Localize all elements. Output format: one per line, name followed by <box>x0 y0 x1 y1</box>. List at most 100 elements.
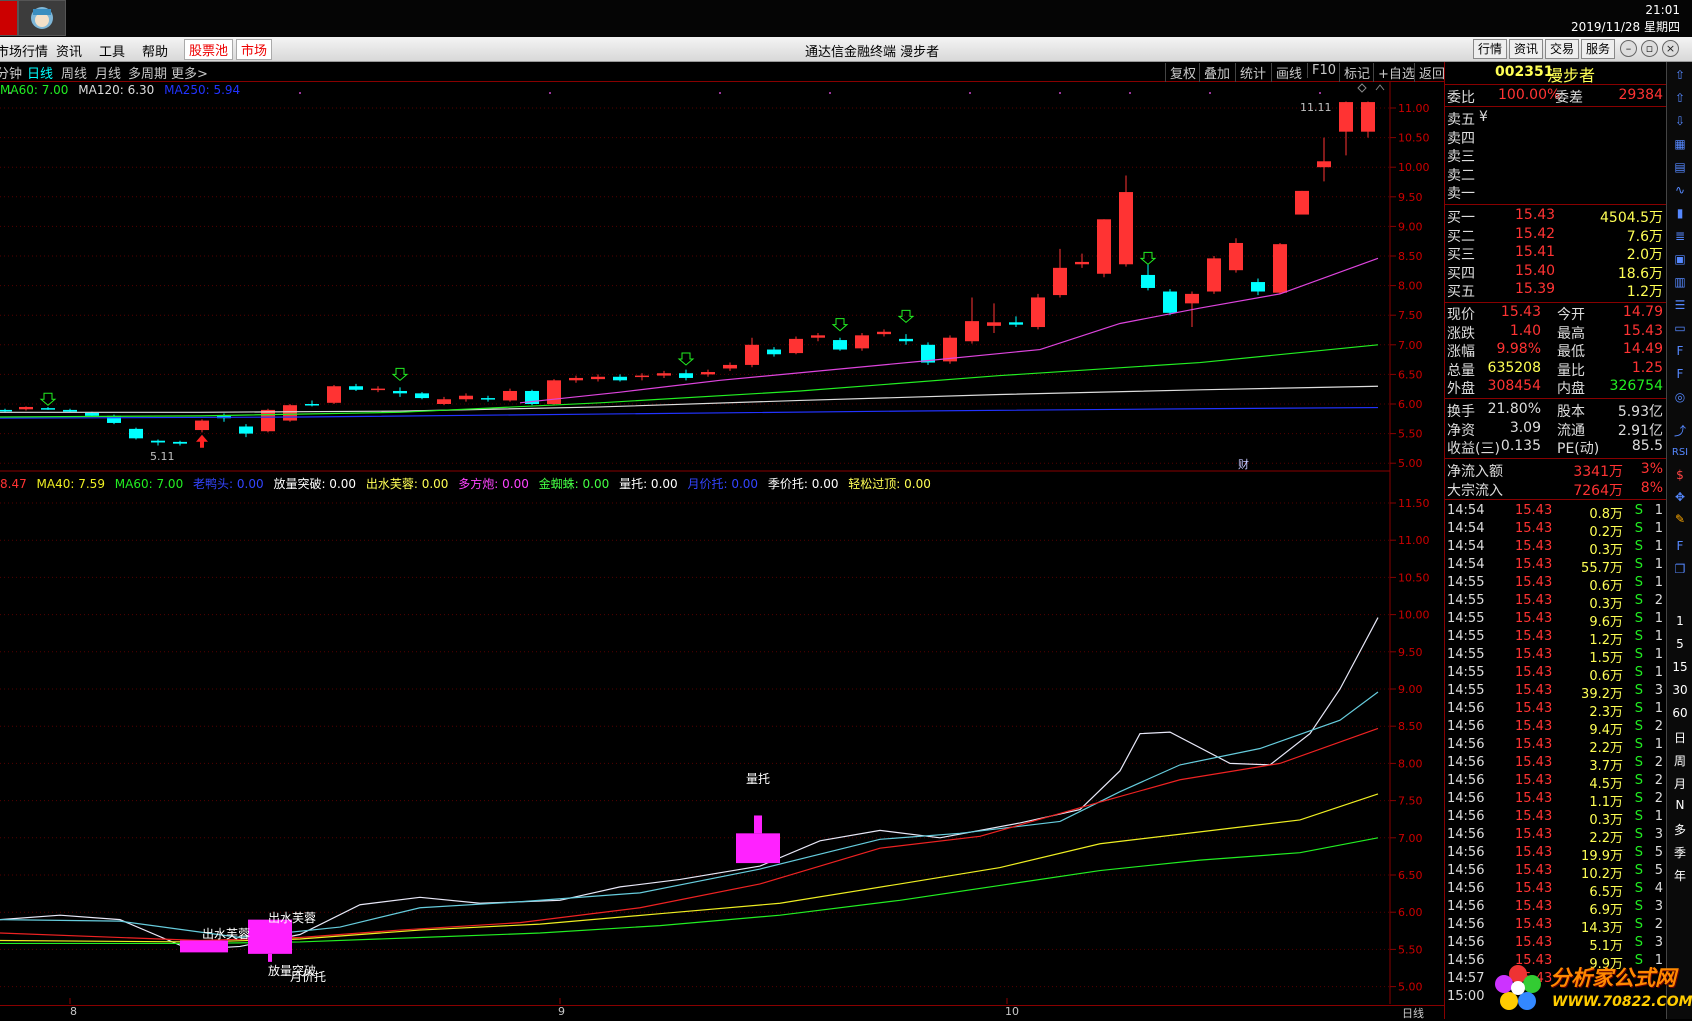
move-icon[interactable]: ✥ <box>1670 488 1690 506</box>
candle-body[interactable] <box>481 398 495 400</box>
candle-body[interactable] <box>437 399 451 404</box>
candle-body[interactable] <box>1075 261 1089 265</box>
menu-news[interactable]: 资讯 <box>56 41 82 60</box>
menu-market-quotes[interactable]: 市场行情 <box>0 41 48 60</box>
period-monthly[interactable]: 月线 <box>95 63 121 82</box>
chart-icon[interactable]: ▦ <box>1670 135 1690 153</box>
tick-row[interactable]: 14:56 15.43 2.2万 S 1 <box>1445 737 1667 756</box>
tick-row[interactable]: 14:56 15.43 1.1万 S 2 <box>1445 791 1667 810</box>
period-daily[interactable]: 日线 <box>27 63 53 82</box>
candle-body[interactable] <box>613 376 627 381</box>
diamond-icon[interactable] <box>1357 83 1367 93</box>
candle-body[interactable] <box>129 428 143 439</box>
tick-row[interactable]: 14:56 15.43 9.4万 S 2 <box>1445 719 1667 738</box>
book-icon[interactable]: ☰ <box>1670 296 1690 314</box>
candle-body[interactable] <box>701 372 715 375</box>
calendar-icon[interactable]: ▣ <box>1670 250 1690 268</box>
candle-body[interactable] <box>0 409 12 412</box>
candle-body[interactable] <box>283 405 297 421</box>
candle-body[interactable] <box>767 349 781 355</box>
tool-add-favorite[interactable]: +自选 <box>1373 63 1415 82</box>
arrow-up-icon[interactable]: ⇧ <box>1670 89 1690 107</box>
close-icon[interactable]: × <box>1662 40 1679 57</box>
candle-body[interactable] <box>239 426 253 434</box>
candle-body[interactable] <box>19 406 33 410</box>
candle-body[interactable] <box>1339 102 1353 132</box>
candle-body[interactable] <box>569 377 583 381</box>
volume-support-block[interactable] <box>736 833 780 864</box>
tick-row[interactable]: 14:56 15.43 19.9万 S 5 <box>1445 845 1667 864</box>
minimize-icon[interactable]: – <box>1620 40 1637 57</box>
candle-body[interactable] <box>1251 282 1265 292</box>
tick-row[interactable]: 14:55 15.43 0.3万 S 2 <box>1445 593 1667 612</box>
copy-icon[interactable]: ❐ <box>1670 560 1690 578</box>
candle-body[interactable] <box>1097 219 1111 274</box>
tool-mark[interactable]: 标记 <box>1339 63 1370 82</box>
candle-body[interactable] <box>85 412 99 416</box>
tick-row[interactable]: 14:56 15.43 4.5万 S 2 <box>1445 773 1667 792</box>
app-logo-icon[interactable] <box>18 0 66 36</box>
expand-icon[interactable] <box>1375 84 1385 91</box>
candle-body[interactable] <box>635 375 649 378</box>
period-more[interactable]: 更多> <box>171 63 208 82</box>
candle-body[interactable] <box>1361 102 1375 132</box>
candle-body[interactable] <box>1141 274 1155 288</box>
tick-row[interactable]: 14:56 15.43 14.3万 S 2 <box>1445 917 1667 936</box>
line-icon[interactable]: ∿ <box>1670 181 1690 199</box>
sidebar-period-6[interactable]: 周 <box>1667 752 1692 769</box>
sidebar-period-0[interactable]: 1 <box>1667 614 1692 628</box>
candle-body[interactable] <box>173 441 187 444</box>
tool-back[interactable]: 返回 <box>1414 63 1445 82</box>
candle-body[interactable] <box>459 395 473 400</box>
sidebar-period-7[interactable]: 月 <box>1667 775 1692 792</box>
news-button[interactable]: 资讯 <box>1509 39 1544 59</box>
candle-body[interactable] <box>723 364 737 369</box>
tick-row[interactable]: 14:56 15.43 2.3万 S 1 <box>1445 701 1667 720</box>
sidebar-period-11[interactable]: 年 <box>1667 867 1692 884</box>
sell-row[interactable]: 卖一 <box>1445 183 1667 202</box>
dollar-icon[interactable]: $ <box>1670 466 1690 484</box>
tick-row[interactable]: 14:55 15.43 1.5万 S 1 <box>1445 647 1667 666</box>
candle-body[interactable] <box>151 440 165 443</box>
tick-row[interactable]: 14:55 15.43 9.6万 S 1 <box>1445 611 1667 630</box>
app-logo-left[interactable] <box>0 0 18 36</box>
candle-body[interactable] <box>1163 291 1177 313</box>
candle-body[interactable] <box>591 376 605 380</box>
indicator-icon[interactable]: ⤴ <box>1670 422 1690 440</box>
kline-chart[interactable]: 11.00 10.50 10.00 9.50 9.00 8.50 8.00 7.50 7.00 6… <box>0 82 1444 1019</box>
candle-body[interactable] <box>1185 293 1199 304</box>
f5-icon[interactable]: F <box>1670 537 1690 555</box>
sidebar-period-3[interactable]: 30 <box>1667 683 1692 697</box>
sidebar-period-4[interactable]: 60 <box>1667 706 1692 720</box>
period-multi[interactable]: 多周期 <box>128 63 167 82</box>
menu-stock-pool[interactable]: 股票池 <box>184 39 234 60</box>
tool-stats[interactable]: 统计 <box>1235 63 1266 82</box>
tick-row[interactable]: 14:55 15.43 1.2万 S 1 <box>1445 629 1667 648</box>
candle-body[interactable] <box>855 335 869 349</box>
sell-row[interactable]: 卖三 <box>1445 146 1667 165</box>
sell-row[interactable]: 卖五 ¥ <box>1445 109 1667 128</box>
sidebar-period-2[interactable]: 15 <box>1667 660 1692 674</box>
candle-body[interactable] <box>899 338 913 342</box>
tick-row[interactable]: 14:56 15.43 2.2万 S 3 <box>1445 827 1667 846</box>
table-icon[interactable]: ▥ <box>1670 273 1690 291</box>
pencil-icon[interactable]: ✎ <box>1670 510 1690 528</box>
restore-icon[interactable]: ▫ <box>1641 40 1658 57</box>
candle-body[interactable] <box>1119 192 1133 265</box>
doc-icon[interactable]: ▭ <box>1670 319 1690 337</box>
arrow-up-icon[interactable]: ⇧ <box>1670 66 1690 84</box>
candle-body[interactable] <box>195 420 209 431</box>
candle-body[interactable] <box>877 331 891 335</box>
candle-body[interactable] <box>63 409 77 412</box>
quotes-button[interactable]: 行情 <box>1473 39 1508 59</box>
tick-row[interactable]: 14:56 15.43 0.3万 S 1 <box>1445 809 1667 828</box>
list-icon[interactable]: ≣ <box>1670 227 1690 245</box>
tick-row[interactable]: 14:54 15.43 0.2万 S 1 <box>1445 521 1667 540</box>
period-weekly[interactable]: 周线 <box>61 63 87 82</box>
candle-body[interactable] <box>679 373 693 378</box>
period-minute[interactable]: 分钟 <box>0 63 22 82</box>
menu-market[interactable]: 市场 <box>236 39 273 60</box>
menu-help[interactable]: 帮助 <box>142 41 168 60</box>
bar-icon[interactable]: ▮ <box>1670 204 1690 222</box>
service-button[interactable]: 服务 <box>1581 39 1616 59</box>
